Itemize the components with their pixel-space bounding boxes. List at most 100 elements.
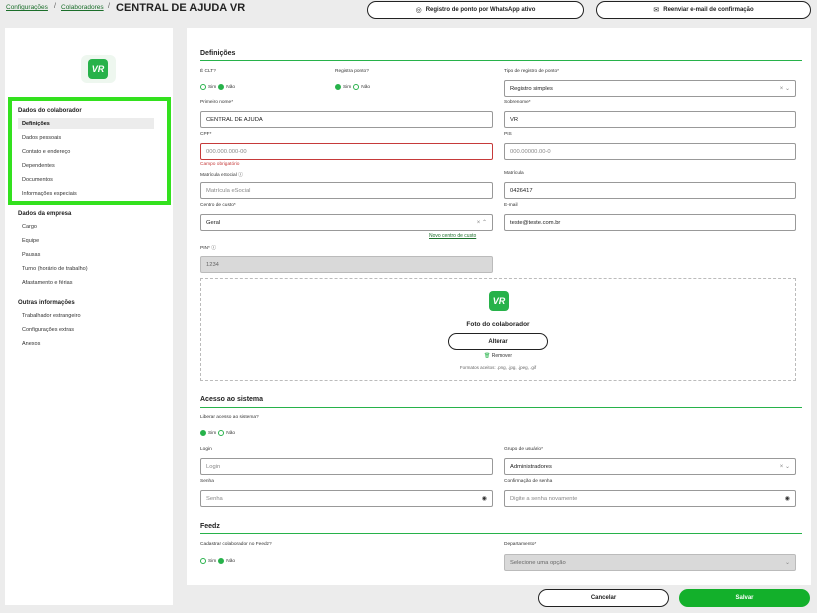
cpf-input[interactable]: 000.000.000-00: [200, 143, 493, 160]
info-icon[interactable]: ⓘ: [211, 246, 216, 251]
vr-logo: VR: [88, 59, 108, 79]
vr-logo: VR: [489, 291, 509, 311]
primeiro-nome-label: Primeiro nome*: [200, 100, 234, 105]
eye-icon[interactable]: ◉: [785, 495, 790, 502]
alterar-photo-button[interactable]: Alterar: [448, 333, 548, 350]
sidebar-item-turno[interactable]: Turno (horário de trabalho): [22, 266, 88, 272]
sidebar-item-anexos[interactable]: Anexos: [22, 341, 40, 347]
sidebar-item-definicoes[interactable]: Definições: [18, 118, 154, 129]
whatsapp-icon: ◎: [415, 7, 422, 14]
clear-chevron-icon[interactable]: × ⌄: [780, 85, 790, 92]
cancel-button[interactable]: Cancelar: [538, 589, 669, 607]
grupo-usuario-label: Grupo de usuário*: [504, 447, 543, 452]
resend-email-button[interactable]: ✉ Reenviar e-mail de confirmação: [596, 1, 811, 19]
breadcrumb-colaboradores[interactable]: Colaboradores: [61, 4, 104, 11]
pin-input: 1234: [200, 256, 493, 273]
trash-icon: 🗑: [483, 353, 491, 359]
sidebar-item-contato[interactable]: Contato e endereço: [22, 149, 70, 155]
logo-container: VR: [81, 55, 116, 83]
sidebar-item-documentos[interactable]: Documentos: [22, 177, 53, 183]
grupo-usuario-select[interactable]: Administradores × ⌄: [504, 458, 796, 475]
grupo-usuario-value: Administradores: [510, 463, 552, 470]
page-title: CENTRAL DE AJUDA VR: [116, 2, 246, 14]
sidebar-item-estrangeiro[interactable]: Trabalhador estrangeiro: [22, 313, 81, 319]
clt-nao-radio[interactable]: [218, 84, 225, 90]
resend-email-label: Reenviar e-mail de confirmação: [663, 7, 754, 13]
section-divider: [200, 533, 802, 534]
login-label: Login: [200, 447, 212, 452]
senha-input[interactable]: Senha ◉: [200, 490, 493, 507]
departamento-select: Selecione uma opção ⌄: [504, 554, 796, 571]
sidebar-group-empresa: Dados da empresa: [18, 211, 72, 217]
section-title-acesso: Acesso ao sistema: [200, 396, 264, 403]
liberar-acesso-label: Liberar acesso ao sistema?: [200, 415, 259, 420]
clear-chevron-icon[interactable]: × ⌃: [477, 219, 487, 226]
registra-nao-label: Não: [361, 84, 371, 90]
feedz-radio-group: Sim Não: [200, 558, 235, 564]
section-divider: [200, 60, 802, 61]
clt-radio-group: Sim Não: [200, 84, 235, 90]
matricula-esocial-input[interactable]: Matrícula eSocial: [200, 182, 493, 199]
centro-custo-value: Geral: [206, 219, 221, 226]
breadcrumb-separator: /: [54, 3, 56, 10]
pin-label: PIN* ⓘ: [200, 246, 217, 251]
login-input[interactable]: Login: [200, 458, 493, 475]
tipo-registro-label: Tipo de registro de ponto*: [504, 69, 560, 74]
accepted-formats-text: Formatos aceitos: .png, .jpg, .jpeg, .gi…: [459, 365, 537, 370]
save-button[interactable]: Salvar: [679, 589, 810, 607]
confirmacao-senha-label: Confirmação de senha: [504, 479, 553, 484]
clt-label: É CLT?: [200, 69, 216, 74]
sidebar-item-informacoes-especiais[interactable]: Informações especiais: [22, 191, 77, 197]
breadcrumb-configuracoes[interactable]: Configurações: [6, 4, 48, 11]
liberar-sim-label: Sim: [208, 430, 217, 436]
registra-sim-label: Sim: [343, 84, 352, 90]
clt-sim-label: Sim: [208, 84, 217, 90]
sidebar-item-equipe[interactable]: Equipe: [22, 238, 39, 244]
breadcrumb-separator: /: [108, 3, 110, 10]
centro-custo-select[interactable]: Geral × ⌃: [200, 214, 493, 231]
matricula-input[interactable]: 0426417: [504, 182, 796, 199]
sidebar-item-pausas[interactable]: Pausas: [22, 252, 40, 258]
sidebar-item-config-extras[interactable]: Configurações extras: [22, 327, 74, 333]
clt-sim-radio[interactable]: [200, 84, 206, 90]
matricula-esocial-label: Matrícula eSocial ⓘ: [200, 173, 243, 178]
liberar-nao-label: Não: [226, 430, 236, 436]
feedz-nao-radio[interactable]: [218, 558, 225, 564]
sidebar-item-dados-pessoais[interactable]: Dados pessoais: [22, 135, 61, 141]
eye-icon[interactable]: ◉: [482, 495, 487, 502]
pis-input[interactable]: 000.00000.00-0: [504, 143, 796, 160]
registra-sim-radio[interactable]: [335, 84, 341, 90]
section-title-feedz: Feedz: [200, 523, 220, 530]
sidebar-item-cargo[interactable]: Cargo: [22, 224, 37, 230]
sidebar-item-dependentes[interactable]: Dependentes: [22, 163, 55, 169]
registra-radio-group: Sim Não: [335, 84, 370, 90]
mail-icon: ✉: [653, 7, 660, 14]
liberar-radio-group: Sim Não: [200, 430, 235, 436]
centro-custo-label: Centro de custo*: [200, 203, 236, 208]
registra-nao-radio[interactable]: [353, 84, 360, 90]
sidebar-item-afastamento[interactable]: Afastamento e férias: [22, 280, 72, 286]
whatsapp-status-button[interactable]: ◎ Registro de ponto por WhatsApp ativo: [367, 1, 584, 19]
liberar-sim-radio[interactable]: [200, 430, 206, 436]
primeiro-nome-input[interactable]: CENTRAL DE AJUDA: [200, 111, 493, 128]
departamento-label: Departamento*: [504, 542, 537, 547]
email-input[interactable]: teste@teste.com.br: [504, 214, 796, 231]
sidebar-group-outras: Outras informações: [18, 300, 75, 306]
sobrenome-label: Sobrenome*: [504, 100, 531, 105]
senha-label: Senha: [200, 479, 214, 484]
novo-centro-link[interactable]: Novo centro de custo: [429, 233, 476, 239]
confirmacao-senha-input[interactable]: Digite a senha novamente ◉: [504, 490, 796, 507]
feedz-sim-label: Sim: [208, 558, 217, 564]
pis-label: PIS: [504, 132, 512, 137]
sobrenome-input[interactable]: VR: [504, 111, 796, 128]
clear-chevron-icon[interactable]: × ⌄: [780, 463, 790, 470]
sidebar-group-colaborador: Dados do colaborador: [18, 108, 82, 114]
remover-photo-button[interactable]: 🗑 Remover: [448, 353, 548, 359]
whatsapp-status-label: Registro de ponto por WhatsApp ativo: [425, 7, 536, 13]
email-label: E-mail: [504, 203, 518, 208]
info-icon[interactable]: ⓘ: [238, 173, 243, 178]
tipo-registro-value: Registro simples: [510, 85, 553, 92]
liberar-nao-radio[interactable]: [218, 430, 225, 436]
feedz-sim-radio[interactable]: [200, 558, 206, 564]
tipo-registro-select[interactable]: Registro simples × ⌄: [504, 80, 796, 97]
